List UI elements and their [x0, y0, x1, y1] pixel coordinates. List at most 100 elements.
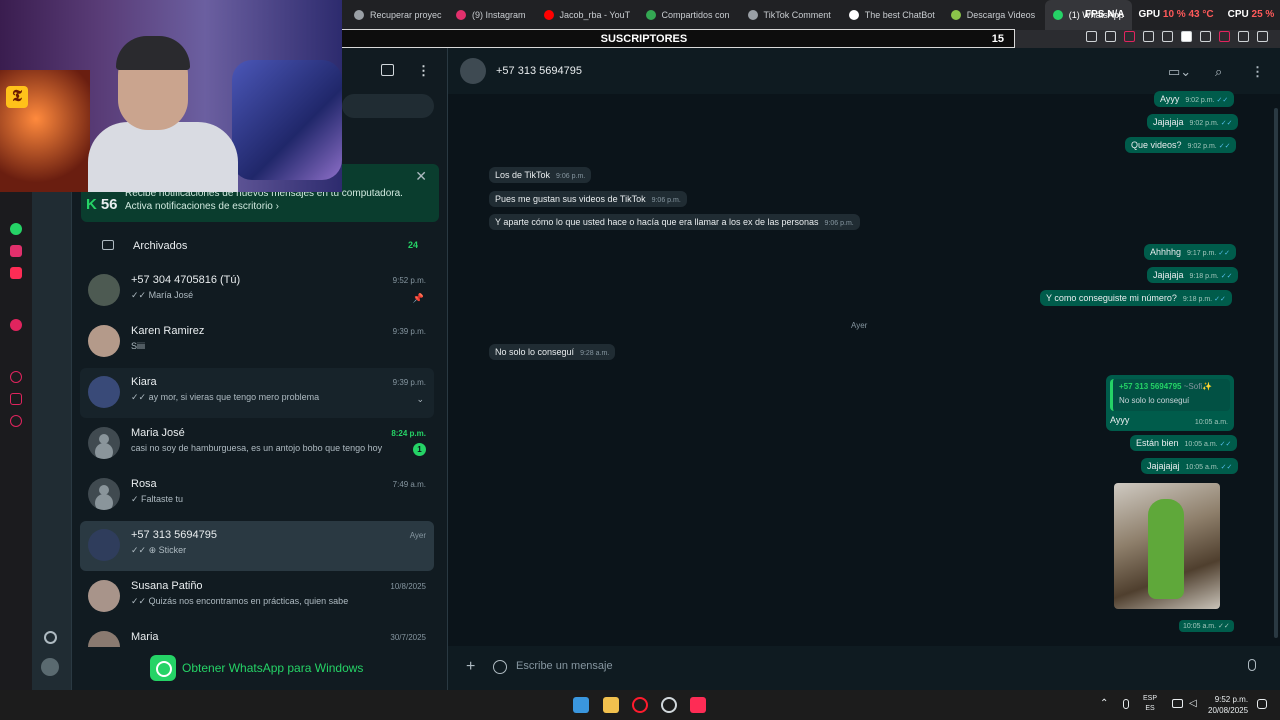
- reply-message[interactable]: +57 313 5694795 ~Sofi✨ No solo lo conseg…: [1106, 375, 1234, 431]
- scrollbar[interactable]: [1274, 108, 1278, 638]
- message-in[interactable]: No solo lo conseguí 9:28 a.m.: [489, 344, 616, 360]
- subscribers-goal: 15: [991, 32, 1004, 45]
- chat-list-item[interactable]: Rosa 7:49 a.m. ✓ Faltaste tu: [80, 470, 434, 520]
- chat-list-item[interactable]: Susana Patiño 10/8/2025 ✓✓ Quizás nos en…: [80, 572, 434, 622]
- tray-chevron-icon[interactable]: ⌃: [1100, 698, 1108, 709]
- message-out[interactable]: Ayyy 9:02 p.m. ✓✓: [1154, 91, 1235, 107]
- browser-tab[interactable]: Jacob_rba - YouT: [536, 0, 636, 30]
- message-input[interactable]: Escribe un mensaje: [516, 660, 613, 672]
- download-icon: [950, 10, 961, 20]
- archived-row[interactable]: Archivados 24: [72, 232, 448, 260]
- opera-icon[interactable]: [632, 697, 648, 713]
- conversation-header[interactable]: +57 313 5694795 ▭⌄ ⌕ ⋮: [448, 48, 1280, 94]
- shield-icon[interactable]: [1124, 31, 1135, 42]
- browser-tab[interactable]: The best ChatBot: [841, 0, 941, 30]
- search-input[interactable]: [342, 94, 434, 118]
- read-check-icon: ✓✓: [1216, 97, 1229, 104]
- streamer-logo-icon: 𝕿: [6, 86, 28, 108]
- message-in[interactable]: Pues me gustan sus videos de TikTok 9:06 …: [489, 191, 687, 207]
- message-out[interactable]: Ahhhhg 9:17 p.m. ✓✓: [1144, 244, 1236, 260]
- puzzle-icon[interactable]: [1200, 31, 1211, 42]
- record-icon[interactable]: [10, 319, 22, 331]
- sticker-image[interactable]: [1114, 483, 1220, 609]
- chat-list-item[interactable]: +57 304 4705816 (Tú) 9:52 p.m. ✓✓ María …: [80, 266, 434, 316]
- day-separator: Ayer: [851, 321, 868, 330]
- read-check-icon: ✓✓: [1218, 250, 1230, 257]
- browser-tab[interactable]: Compartidos con: [638, 0, 738, 30]
- message-in[interactable]: Y aparte cómo lo que usted hace o hacía …: [489, 214, 860, 230]
- message-out[interactable]: Que videos? 9:02 p.m. ✓✓: [1125, 137, 1237, 153]
- get-whatsapp-windows-link[interactable]: Obtener WhatsApp para Windows: [150, 655, 363, 681]
- archived-count: 24: [407, 240, 418, 250]
- emoji-icon[interactable]: [493, 660, 507, 674]
- person-shirt: [88, 122, 238, 192]
- chat-list-item[interactable]: Maria José 8:24 p.m. casi no soy de hamb…: [80, 419, 434, 469]
- file-explorer-icon[interactable]: [603, 697, 619, 713]
- chat-list-item-selected[interactable]: +57 313 5694795 Ayer ✓✓ ⊕ Sticker: [80, 521, 434, 571]
- volume-icon[interactable]: ◁: [1189, 698, 1197, 709]
- tiktok-icon[interactable]: [690, 697, 706, 713]
- menu-icon[interactable]: ⋮: [1251, 64, 1264, 80]
- conversation-panel: +57 313 5694795 ▭⌄ ⌕ ⋮ Ayyy 9:02 p.m. ✓✓ J…: [448, 48, 1280, 690]
- microphone-icon[interactable]: [1248, 659, 1256, 671]
- unread-badge: 1: [413, 443, 426, 456]
- new-chat-icon[interactable]: [381, 64, 394, 76]
- subscribers-title: SUSCRIPTORES: [600, 32, 688, 45]
- play-icon[interactable]: [1143, 31, 1154, 42]
- message-out[interactable]: Jajajaja 9:18 p.m. ✓✓: [1147, 267, 1239, 283]
- chat-list-item[interactable]: Kiara 9:39 p.m. ✓✓ ay mor, si vieras que…: [80, 368, 434, 418]
- youtube-icon: [543, 10, 554, 20]
- clock-icon[interactable]: [10, 371, 22, 383]
- instagram-icon[interactable]: [10, 245, 22, 257]
- message-out[interactable]: Jajajajaj 10:05 a.m. ✓✓: [1141, 458, 1239, 474]
- chatbot-icon: [848, 10, 859, 20]
- download-icon[interactable]: [1238, 31, 1249, 42]
- quoted-message[interactable]: +57 313 5694795 ~Sofi✨ No solo lo conseg…: [1110, 379, 1230, 411]
- microphone-icon[interactable]: [1123, 699, 1129, 709]
- video-call-icon[interactable]: ▭⌄: [1168, 64, 1191, 80]
- cube-icon[interactable]: [10, 393, 22, 405]
- profile-icon[interactable]: [1219, 31, 1230, 42]
- extension-icon[interactable]: [1105, 31, 1116, 42]
- network-icon[interactable]: [1172, 699, 1183, 708]
- chevron-down-icon[interactable]: ⌄: [416, 394, 424, 405]
- extension-icon[interactable]: [1162, 31, 1173, 42]
- webcam-overlay: 𝕿: [0, 0, 342, 192]
- chat-list-item[interactable]: Maria 30/7/2025: [80, 623, 434, 647]
- chat-list-item[interactable]: Karen Ramirez 9:39 p.m. Siiii: [80, 317, 434, 367]
- message-in[interactable]: Los de TikTok 9:06 p.m.: [489, 167, 592, 183]
- read-check-icon: ✓✓: [1218, 143, 1231, 150]
- message-out[interactable]: Jajajaja 9:02 p.m. ✓✓: [1147, 114, 1239, 130]
- browser-tab[interactable]: Recuperar proyec: [346, 0, 446, 30]
- read-check-icon: ✓✓: [1220, 273, 1233, 280]
- browser-tab[interactable]: Descarga Videos: [943, 0, 1043, 30]
- system-clock[interactable]: 9:52 p.m. 20/08/2025: [1208, 694, 1248, 716]
- browser-tab[interactable]: TikTok Comment: [740, 0, 839, 30]
- settings-icon[interactable]: [10, 415, 22, 427]
- windows-start-icon[interactable]: [573, 697, 589, 713]
- pin-icon: 📌: [412, 293, 424, 303]
- browser-tab[interactable]: (9) Instagram: [448, 0, 534, 30]
- attach-icon[interactable]: +: [466, 658, 475, 676]
- menu-icon[interactable]: ⋮: [417, 63, 430, 79]
- input-language[interactable]: ESP ES: [1143, 694, 1157, 714]
- browser-side-rail: [0, 192, 32, 690]
- settings-icon[interactable]: [44, 631, 57, 644]
- message-out[interactable]: Y como conseguiste mi número? 9:18 p.m. ✓✓: [1040, 290, 1232, 306]
- notifications-icon[interactable]: [1257, 699, 1267, 709]
- extension-icon[interactable]: [1181, 31, 1192, 42]
- contact-avatar[interactable]: [460, 58, 486, 84]
- notification-link[interactable]: Activa notificaciones de escritorio ›: [125, 201, 279, 212]
- tiktok-icon[interactable]: [10, 267, 22, 279]
- search-icon[interactable]: ⌕: [1215, 64, 1222, 80]
- menu-icon[interactable]: [1257, 31, 1268, 42]
- archive-icon: [102, 240, 114, 250]
- chatgpt-icon[interactable]: [661, 697, 677, 713]
- contact-title[interactable]: +57 313 5694795: [496, 65, 582, 77]
- close-icon[interactable]: ✕: [415, 168, 427, 185]
- whatsapp-icon[interactable]: [10, 223, 22, 235]
- drive-icon: [645, 10, 656, 20]
- bookmark-icon[interactable]: [1086, 31, 1097, 42]
- message-out[interactable]: Están bien 10:05 a.m. ✓✓: [1130, 435, 1238, 451]
- profile-avatar[interactable]: [41, 658, 59, 676]
